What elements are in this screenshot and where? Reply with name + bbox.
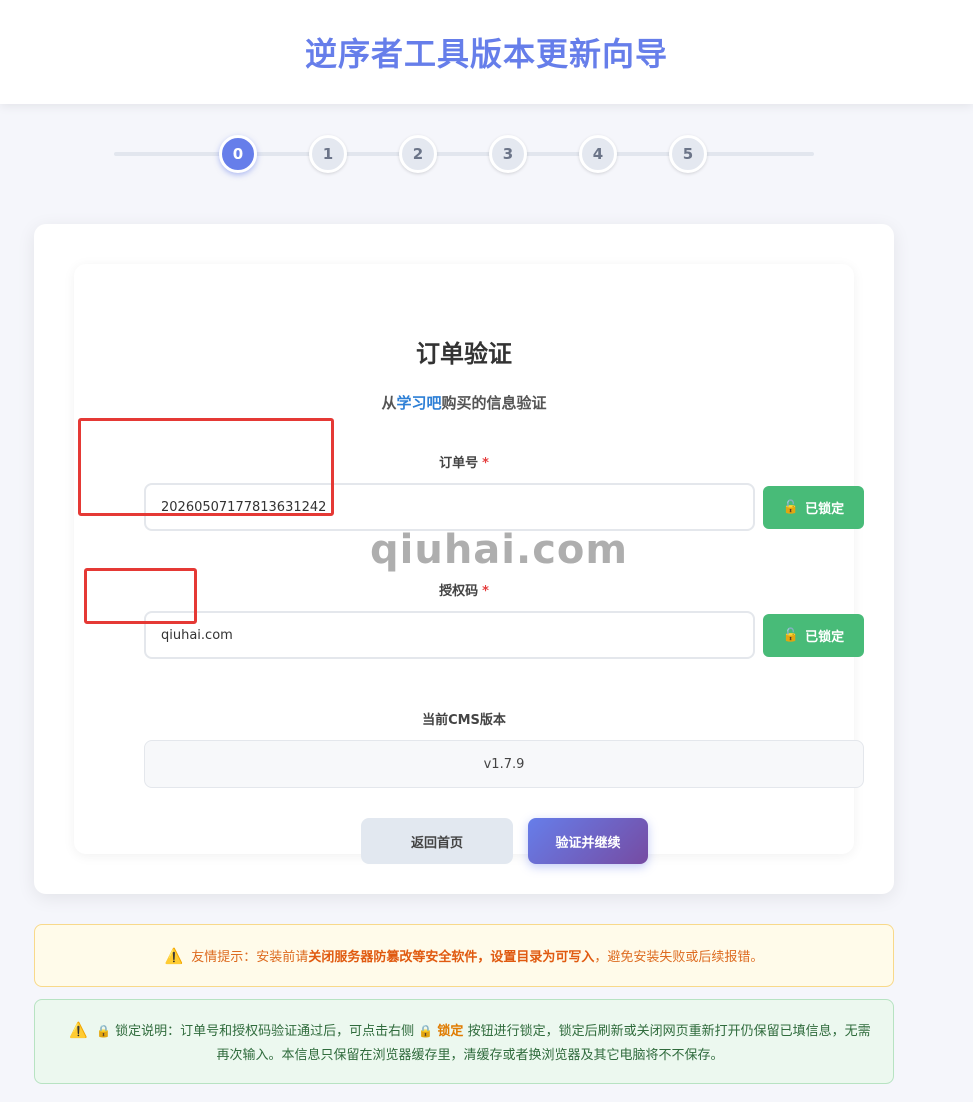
watermark-text: qiuhai.com xyxy=(370,527,629,573)
order-label-text: 订单号 xyxy=(439,456,479,471)
back-home-button[interactable]: 返回首页 xyxy=(361,818,513,864)
required-mark: * xyxy=(482,456,489,471)
step-3: 3 xyxy=(489,135,527,173)
cms-version-display: v1.7.9 xyxy=(144,740,864,788)
progress-stepper: 0 1 2 3 4 5 xyxy=(114,134,814,174)
step-4: 4 xyxy=(579,135,617,173)
order-lock-button[interactable]: 🔓 已锁定 xyxy=(763,486,864,529)
lock-icon: 🔒 xyxy=(96,1024,112,1038)
auth-code-input[interactable]: qiuhai.com xyxy=(144,611,755,659)
cms-version-label: 当前CMS版本 xyxy=(422,713,506,728)
notice-separator: ， xyxy=(477,950,491,965)
notice-emphasis-2: 设置目录为可写入 xyxy=(490,950,595,965)
lock-button-label: 已锁定 xyxy=(805,630,845,645)
notice-emphasis-1: 关闭服务器防篡改等安全软件 xyxy=(308,950,478,965)
warning-icon: ⚠️ xyxy=(69,1021,89,1039)
auth-label-text: 授权码 xyxy=(439,584,479,599)
subtitle-prefix: 从 xyxy=(381,394,397,412)
subtitle-suffix: 购买的信息验证 xyxy=(441,394,547,412)
lock-notice-part1: 锁定说明：订单号和授权码验证通过后，可点击右侧 xyxy=(115,1024,415,1039)
lock-notice-text: ⚠️ 🔒 锁定说明：订单号和授权码验证通过后，可点击右侧 🔒 锁定 按钮进行锁定，… xyxy=(65,1018,875,1068)
annotation-box-auth xyxy=(84,568,197,624)
notice-prefix: 友情提示：安装前请 xyxy=(191,950,309,965)
lock-icon: 🔒 xyxy=(418,1024,434,1038)
warning-icon: ⚠️ xyxy=(164,946,184,965)
shop-link[interactable]: 学习吧 xyxy=(396,394,441,412)
step-5: 5 xyxy=(669,135,707,173)
auth-lock-button[interactable]: 🔓 已锁定 xyxy=(763,614,864,657)
unlock-icon: 🔓 xyxy=(782,628,800,643)
page-title: 逆序者工具版本更新向导 xyxy=(304,35,668,73)
lock-keyword: 锁定 xyxy=(437,1024,464,1039)
safety-notice: ⚠️ 友情提示：安装前请关闭服务器防篡改等安全软件，设置目录为可写入，避免安装失… xyxy=(34,924,894,987)
lock-button-label: 已锁定 xyxy=(805,502,845,517)
panel-title: 订单验证 xyxy=(416,340,512,368)
step-0: 0 xyxy=(219,135,257,173)
step-1: 1 xyxy=(309,135,347,173)
cms-version-value: v1.7.9 xyxy=(483,756,525,772)
annotation-box-order xyxy=(78,418,334,516)
unlock-icon: 🔓 xyxy=(782,500,800,515)
safety-notice-text: 友情提示：安装前请关闭服务器防篡改等安全软件，设置目录为可写入，避免安装失败或后… xyxy=(191,946,763,965)
lock-notice: ⚠️ 🔒 锁定说明：订单号和授权码验证通过后，可点击右侧 🔒 锁定 按钮进行锁定，… xyxy=(34,999,894,1084)
required-mark: * xyxy=(482,584,489,599)
step-2: 2 xyxy=(399,135,437,173)
verify-continue-button[interactable]: 验证并继续 xyxy=(528,818,648,864)
panel-subtitle: 从学习吧购买的信息验证 xyxy=(74,392,854,413)
page-header: 逆序者工具版本更新向导 xyxy=(0,0,973,104)
auth-code-value: qiuhai.com xyxy=(161,627,233,643)
notice-suffix: ，避免安装失败或后续报错。 xyxy=(594,950,764,965)
